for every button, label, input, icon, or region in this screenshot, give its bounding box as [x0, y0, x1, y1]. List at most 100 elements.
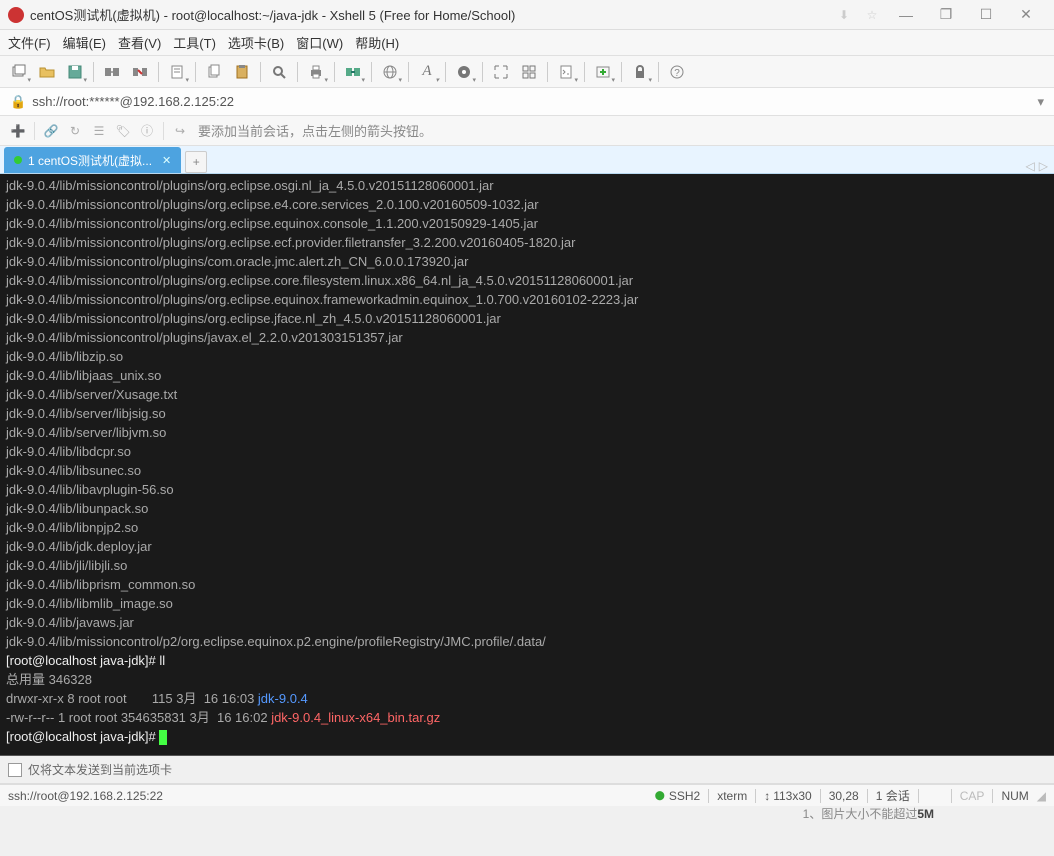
find-button[interactable] — [266, 59, 292, 85]
maximize-button[interactable]: ☐ — [966, 2, 1006, 28]
menu-window[interactable]: 窗口(W) — [296, 33, 343, 52]
menu-view[interactable]: 查看(V) — [118, 33, 161, 52]
terminal-line: jdk-9.0.4/lib/jli/libjli.so — [6, 556, 1048, 575]
terminal-line: [root@localhost java-jdk]# ll — [6, 651, 1048, 670]
menu-help[interactable]: 帮助(H) — [355, 33, 399, 52]
refresh-icon[interactable]: ↻ — [63, 119, 87, 143]
add-button[interactable] — [590, 59, 616, 85]
status-size: 113x30 — [773, 789, 811, 803]
tab-add-button[interactable]: + — [185, 151, 207, 173]
tab-prev-icon[interactable]: ◁ — [1026, 159, 1035, 173]
status-term: xterm — [717, 789, 747, 803]
terminal-line: jdk-9.0.4/lib/libmlib_image.so — [6, 594, 1048, 613]
svg-text:?: ? — [674, 68, 680, 79]
terminal-line: jdk-9.0.4/lib/libdcpr.so — [6, 442, 1048, 461]
connect-button[interactable] — [99, 59, 125, 85]
copy-button[interactable] — [201, 59, 227, 85]
paste-button[interactable] — [229, 59, 255, 85]
terminal-line: jdk-9.0.4/lib/missioncontrol/plugins/org… — [6, 309, 1048, 328]
terminal-line: jdk-9.0.4/lib/missioncontrol/plugins/jav… — [6, 328, 1048, 347]
download-icon[interactable]: ⬇ — [830, 2, 858, 28]
minimize-button[interactable]: — — [886, 2, 926, 28]
terminal-line: jdk-9.0.4/lib/libsunec.so — [6, 461, 1048, 480]
terminal-line: jdk-9.0.4/lib/jdk.deploy.jar — [6, 537, 1048, 556]
terminal-line: jdk-9.0.4/lib/missioncontrol/plugins/org… — [6, 214, 1048, 233]
address-bar[interactable]: 🔒 ssh://root:******@192.168.2.125:22 ▾ — [0, 88, 1054, 116]
color-button[interactable] — [451, 59, 477, 85]
save-button[interactable] — [62, 59, 88, 85]
menu-tools[interactable]: 工具(T) — [173, 33, 216, 52]
tab-label: 1 centOS测试机(虚拟... — [28, 152, 152, 169]
terminal-line: jdk-9.0.4/lib/server/libjvm.so — [6, 423, 1048, 442]
fullscreen-button[interactable] — [488, 59, 514, 85]
terminal-line: jdk-9.0.4/lib/missioncontrol/plugins/org… — [6, 290, 1048, 309]
terminal-line: jdk-9.0.4/lib/libunpack.so — [6, 499, 1048, 518]
help-button[interactable]: ? — [664, 59, 690, 85]
size-icon: ↕ — [764, 789, 770, 803]
transfer-button[interactable] — [340, 59, 366, 85]
terminal[interactable]: jdk-9.0.4/lib/missioncontrol/plugins/org… — [0, 174, 1054, 756]
close-button[interactable]: ✕ — [1006, 2, 1046, 28]
address-text: ssh://root:******@192.168.2.125:22 — [32, 94, 234, 109]
arrow-icon[interactable]: ↪ — [168, 119, 192, 143]
terminal-line: jdk-9.0.4/lib/missioncontrol/plugins/org… — [6, 233, 1048, 252]
session-bar: ➕ 🔗 ↻ ☰ 🏷 ⓘ ↪ 要添加当前会话，点击左侧的箭头按钮。 — [0, 116, 1054, 146]
terminal-line: jdk-9.0.4/lib/missioncontrol/plugins/org… — [6, 271, 1048, 290]
status-bar: ssh://root@192.168.2.125:22 ⬤ SSH2 xterm… — [0, 784, 1054, 806]
terminal-cursor — [159, 730, 167, 745]
compose-label: 仅将文本发送到当前选项卡 — [28, 761, 172, 778]
menu-edit[interactable]: 编辑(E) — [63, 33, 106, 52]
globe-button[interactable] — [377, 59, 403, 85]
font-button[interactable]: A — [414, 59, 440, 85]
terminal-line: jdk-9.0.4/lib/missioncontrol/plugins/org… — [6, 195, 1048, 214]
menu-file[interactable]: 文件(F) — [8, 33, 51, 52]
app-icon — [8, 7, 24, 23]
terminal-line: jdk-9.0.4/lib/missioncontrol/p2/org.ecli… — [6, 632, 1048, 651]
info-icon[interactable]: ⓘ — [135, 119, 159, 143]
terminal-line: [root@localhost java-jdk]# — [6, 727, 1048, 746]
restore-button[interactable]: ❐ — [926, 2, 966, 28]
disconnect-button[interactable] — [127, 59, 153, 85]
session-add-icon[interactable]: ➕ — [6, 119, 30, 143]
session-tab[interactable]: 1 centOS测试机(虚拟... ✕ — [4, 147, 181, 173]
star-icon[interactable]: ☆ — [858, 2, 886, 28]
terminal-line: jdk-9.0.4/lib/libprism_common.so — [6, 575, 1048, 594]
send-checkbox[interactable] — [8, 763, 22, 777]
address-dropdown-icon[interactable]: ▾ — [1037, 94, 1044, 110]
compose-bar: 仅将文本发送到当前选项卡 — [0, 756, 1054, 784]
tab-bar: 1 centOS测试机(虚拟... ✕ + ◁ ▷ — [0, 146, 1054, 174]
resize-grip-icon[interactable]: ◢ — [1037, 789, 1046, 803]
terminal-line: jdk-9.0.4/lib/missioncontrol/plugins/com… — [6, 252, 1048, 271]
status-sessions: 1 会话 — [876, 787, 910, 804]
properties-button[interactable] — [164, 59, 190, 85]
window-title: centOS测试机(虚拟机) - root@localhost:~/java-j… — [30, 5, 830, 24]
status-ssh: SSH2 — [669, 789, 700, 803]
terminal-line: drwxr-xr-x 8 root root 115 3月 16 16:03 j… — [6, 689, 1048, 708]
terminal-line: jdk-9.0.4/lib/libzip.so — [6, 347, 1048, 366]
lock-button[interactable] — [627, 59, 653, 85]
lock-icon: 🔒 — [10, 94, 26, 110]
status-dot-icon — [14, 156, 22, 164]
tab-next-icon[interactable]: ▷ — [1039, 159, 1048, 173]
terminal-line: -rw-r--r-- 1 root root 354635831 3月 16 1… — [6, 708, 1048, 727]
status-num: NUM — [1001, 789, 1028, 803]
terminal-line: jdk-9.0.4/lib/libavplugin-56.so — [6, 480, 1048, 499]
print-button[interactable] — [303, 59, 329, 85]
tag-icon[interactable]: 🏷 — [111, 119, 135, 143]
terminal-line: jdk-9.0.4/lib/server/Xusage.txt — [6, 385, 1048, 404]
list-icon[interactable]: ☰ — [87, 119, 111, 143]
script-button[interactable] — [553, 59, 579, 85]
tab-close-icon[interactable]: ✕ — [162, 154, 171, 167]
terminal-line: jdk-9.0.4/lib/libnpjp2.so — [6, 518, 1048, 537]
status-pos: 30,28 — [829, 789, 859, 803]
overlay-note: 1、图片大小不能超过5M — [803, 805, 934, 822]
open-button[interactable] — [34, 59, 60, 85]
menu-tabs[interactable]: 选项卡(B) — [228, 33, 284, 52]
tile-button[interactable] — [516, 59, 542, 85]
link-icon[interactable]: 🔗 — [39, 119, 63, 143]
terminal-line: jdk-9.0.4/lib/missioncontrol/plugins/org… — [6, 176, 1048, 195]
terminal-line: jdk-9.0.4/lib/libjaas_unix.so — [6, 366, 1048, 385]
titlebar: centOS测试机(虚拟机) - root@localhost:~/java-j… — [0, 0, 1054, 30]
menubar: 文件(F) 编辑(E) 查看(V) 工具(T) 选项卡(B) 窗口(W) 帮助(… — [0, 30, 1054, 56]
new-session-button[interactable] — [6, 59, 32, 85]
